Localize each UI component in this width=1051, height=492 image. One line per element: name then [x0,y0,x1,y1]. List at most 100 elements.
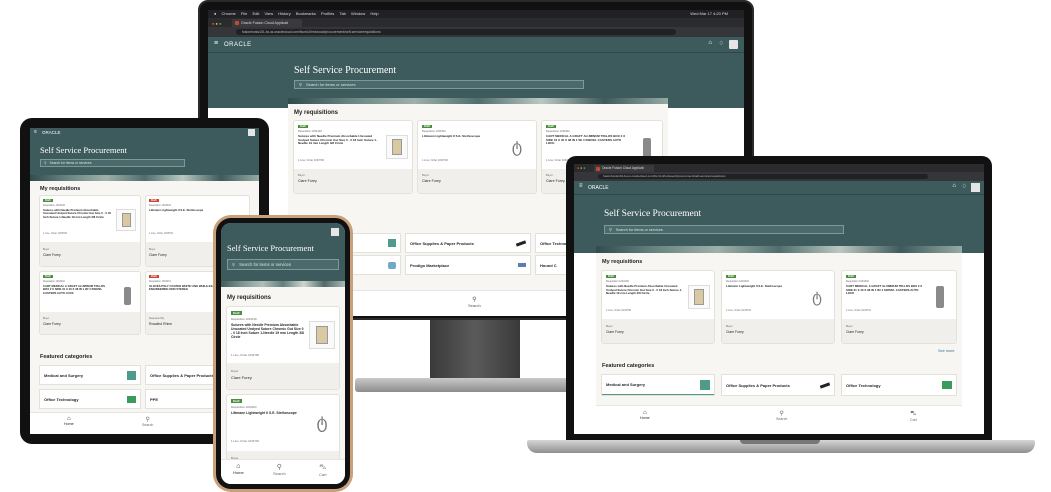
search-input[interactable]: ⚲ Search for items or services [40,159,185,167]
avatar[interactable] [729,40,738,49]
avatar[interactable] [248,129,255,136]
nav-search[interactable]: ⚲ Search [468,296,481,308]
requisition-card[interactable]: Draft Requisition 1033148 Sutures with N… [602,271,714,343]
requisition-card[interactable]: Draft Requisition 1033402 CART MEDICAL A… [842,271,956,343]
avatar[interactable] [331,228,339,236]
requisition-card[interactable]: Draft Requisition 1033148 Sutures with N… [294,121,412,193]
search-icon: ⚲ [472,297,477,303]
requisition-card[interactable]: Draft Requisition 1033403 Littmann Light… [227,395,339,465]
status-badge: Draft [231,399,242,403]
cart-image-icon [643,138,651,158]
menu-help[interactable]: Help [370,11,378,16]
suture-box-icon [121,213,131,227]
product-image [309,321,335,349]
category-name: Medical and Surgery [606,382,646,387]
nav-home-label: Home [640,416,650,420]
search-icon: ⚲ [44,161,47,165]
buyer-block: Buyer Clare Furey [842,319,956,343]
buyer-label: Buyer [149,248,156,251]
category-card[interactable]: Office Supplies & Paper Products [722,375,834,395]
home-icon[interactable]: ⌂ [952,183,956,189]
requisition-title: CART MEDICAL A GRAFT ALUMINUM TRLLRS BOX… [43,285,105,295]
requisition-card[interactable]: Draft Requisition 1033403 Littmann Light… [722,271,834,343]
url-text: fusionhosts101-fa.us.oraclecloud.com/fsc… [242,30,381,34]
line-count: 1 Line, Order 1033701 [846,309,872,312]
notifications-icon[interactable]: ♢ [719,40,724,47]
nav-search[interactable]: ⚲ Search [273,463,286,476]
category-name: Office Technology [846,382,881,388]
menu-tab[interactable]: Tab [339,11,345,16]
menu-edit[interactable]: Edit [252,11,259,16]
search-icon: ⚲ [232,262,236,267]
pen-icon [515,239,527,247]
nav-home[interactable]: ⌂ Home [64,416,74,426]
nav-home-label: Home [233,470,244,475]
menu-view[interactable]: View [265,11,274,16]
requisition-card[interactable]: Draft Requisition 1033148 Sutures with N… [227,307,339,389]
medical-icon [700,379,710,390]
status-badge: Draft [726,275,736,278]
nav-home[interactable]: ⌂ Home [233,463,244,475]
requisition-number: Requisition 1033402 [546,130,570,133]
address-input[interactable]: fusionhosts101-fa.us.oraclecloud.com/fsc… [598,174,928,179]
oracle-logo: ORACLE [224,42,252,48]
requisition-number: Requisition 1033401 [149,280,171,283]
buyer-label: Buyer [846,325,853,328]
address-input[interactable]: fusionhosts101-fa.us.oraclecloud.com/fsc… [236,29,676,35]
menu-icon[interactable]: ≡ [34,129,37,135]
menu-history[interactable]: History [278,11,290,16]
category-card[interactable]: Office Technology [842,375,956,395]
nav-cart[interactable]: ⛍ Cart [319,463,327,477]
status-badge: Draft [298,125,308,128]
buyer-name: Clare Furey [43,322,61,326]
requisition-card[interactable]: Draft Requisition 1033402 CART MEDICAL A… [40,272,140,334]
buyer-name: Clare Furey [546,179,565,183]
menu-profiles[interactable]: Profiles [321,11,334,16]
requisition-card[interactable]: Draft Requisition 1033148 Sutures with N… [40,196,140,266]
nav-search[interactable]: ⚲ Search [142,416,153,427]
notifications-icon[interactable]: ♢ [962,183,967,190]
search-input[interactable]: ⚲ Search for items or services [604,225,844,234]
window-controls: ● ● ● [577,166,586,170]
nav-search[interactable]: ⚲ Search [776,410,787,421]
status-badge: Draft [846,275,856,278]
nav-cart[interactable]: ⛍ Cart [910,410,917,422]
avatar[interactable] [971,183,980,192]
search-input[interactable]: ⚲ Search for items or services [294,80,584,89]
see-more-link[interactable]: See more [938,349,954,353]
category-card[interactable]: Prodigo Marketplace [406,256,530,274]
laptop-notch [740,440,820,444]
menu-window[interactable]: Window [351,11,365,16]
suture-box-icon [392,139,402,155]
category-name: Prodigo Marketplace [410,262,450,268]
browser-tab[interactable]: Oracle Fusion Cloud Applicati [594,165,654,172]
buyer-label: Buyer [231,369,239,373]
category-card[interactable]: Office Supplies & Paper Products [406,234,530,252]
oracle-logo: ORACLE [42,130,61,135]
status-badge: Draft [43,199,53,202]
requisition-card[interactable]: Draft Requisition 1033403 Littmann Light… [418,121,536,193]
category-card[interactable]: Medical and Surgery [40,366,140,384]
menu-file[interactable]: File [241,11,247,16]
nav-home[interactable]: ⌂ Home [640,410,650,420]
requisition-number: Requisition 1033148 [43,204,65,207]
home-icon[interactable]: ⌂ [708,40,712,46]
requisition-number: Requisition 1033402 [43,280,65,283]
buyer-label: Buyer [726,325,733,328]
browser-tab[interactable]: Oracle Fusion Cloud Applicati [232,19,302,27]
line-count: 1 Line, Order 1033796 [231,353,259,357]
menu-icon[interactable]: ≡ [214,40,218,47]
search-input[interactable]: ⚲ Search for items or services [227,259,339,270]
medical-icon [388,239,396,247]
line-count: 1 Line, Order 1033702 [231,439,259,443]
marketplace-icon [518,263,526,267]
search-placeholder: Search for items or services [305,82,356,87]
category-card[interactable]: Medical and Surgery [602,375,714,395]
section-title: My requisitions [227,295,272,301]
menu-chrome[interactable]: Chrome [222,11,236,16]
buyer-block: Buyer Clare Furey [602,319,714,343]
oracle-favicon-icon [235,21,239,25]
menu-bookmarks[interactable]: Bookmarks [296,11,316,16]
category-card[interactable]: Office Technology [40,390,140,408]
menu-icon[interactable]: ≡ [579,183,583,189]
